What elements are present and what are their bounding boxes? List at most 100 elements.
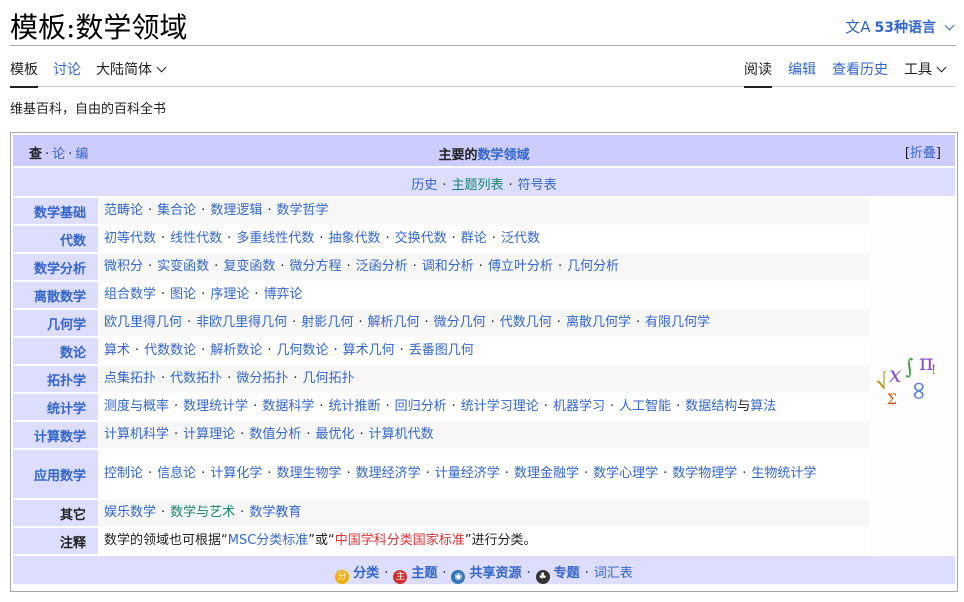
navbox-item-link[interactable]: 微分方程 (289, 259, 341, 274)
navbox-item-link[interactable]: 泛代数 (501, 231, 540, 246)
navbox-item-link[interactable]: 人工智能 (619, 399, 671, 414)
navbox-item-link[interactable]: 计算机科学 (104, 427, 169, 442)
navbox-item-link[interactable]: 算术 (104, 343, 130, 358)
navbox-item-link[interactable]: 控制论 (104, 466, 143, 481)
navbox-item-link[interactable]: 复变函数 (223, 259, 275, 274)
tab-edit[interactable]: 编辑 (788, 59, 816, 79)
navbox-item-link[interactable]: 数值分析 (249, 427, 301, 442)
navbox-item-link[interactable]: 娱乐数学 (104, 505, 156, 520)
navbox-group-label[interactable]: 数学分析 (34, 258, 86, 277)
navbox-item-link[interactable]: 生物统计学 (751, 466, 816, 481)
navbox-group-label[interactable]: 计算数学 (34, 426, 86, 445)
navbox-item-link[interactable]: 实变函数 (157, 259, 209, 274)
navbox-item-link[interactable]: 计算化学 (210, 466, 262, 481)
navbox-group-label[interactable]: 数论 (60, 342, 86, 361)
navbox-item-link[interactable]: 回归分析 (395, 399, 447, 414)
navbox-item-link[interactable]: 数理经济学 (356, 466, 421, 481)
navbox-item-link[interactable]: 数理生物学 (276, 466, 341, 481)
navbox-item-link[interactable]: 交换代数 (395, 231, 447, 246)
navbox-item-link[interactable]: 机器学习 (553, 399, 605, 414)
navbox-above-link[interactable]: 历史 (411, 178, 437, 193)
navbox-item-link[interactable]: 解析几何 (367, 315, 419, 330)
navbox-item-link[interactable]: 数理统计学 (183, 399, 248, 414)
tools-dropdown[interactable]: 工具 (904, 59, 948, 79)
navbox-item-link[interactable]: 算法 (750, 399, 776, 414)
navbox-group-label[interactable]: 应用数学 (34, 465, 86, 484)
navbox-item-link[interactable]: 线性代数 (170, 231, 222, 246)
language-button[interactable]: 文A 53种语言 (845, 16, 956, 37)
navbox-item-link[interactable]: 数学哲学 (276, 203, 328, 218)
collapse-button[interactable]: 折叠 (910, 146, 936, 161)
navbox-above-link[interactable]: 主题列表 (451, 178, 503, 193)
navbox-item-link[interactable]: 群论 (461, 231, 487, 246)
navbox-item-link[interactable]: 多重线性代数 (236, 231, 314, 246)
navbox-item-link[interactable]: 数学教育 (249, 505, 301, 520)
navbox-item-link[interactable]: 数据科学 (262, 399, 314, 414)
navbox-item-link[interactable]: 丢番图几何 (409, 343, 474, 358)
navbox-item-link[interactable]: 离散几何学 (566, 315, 631, 330)
tab-history[interactable]: 查看历史 (832, 59, 888, 79)
variant-dropdown[interactable]: 大陆简体 (96, 59, 168, 79)
navbox-item-link[interactable]: 统计推断 (328, 399, 380, 414)
national-standard-link[interactable]: 中国学科分类国家标准 (335, 533, 465, 548)
navbox-item-link[interactable]: 傅立叶分析 (488, 259, 553, 274)
navbox-item-link[interactable]: 测度与概率 (104, 399, 169, 414)
navbox-item-link[interactable]: 代数几何 (500, 315, 552, 330)
navbox-item-link[interactable]: 调和分析 (422, 259, 474, 274)
navbox-item-link[interactable]: 图论 (170, 287, 196, 302)
tab-talk[interactable]: 讨论 (53, 59, 81, 79)
navbox-item-link[interactable]: 计量经济学 (435, 466, 500, 481)
navbox-item-link[interactable]: 信息论 (157, 466, 196, 481)
navbox-group-label[interactable]: 离散数学 (34, 286, 86, 305)
navbox-below-link[interactable]: 专题 (554, 566, 580, 581)
navbox-item-link[interactable]: 有限几何学 (645, 315, 710, 330)
tab-read[interactable]: 阅读 (744, 59, 772, 88)
navbox-item-link[interactable]: 微积分 (104, 259, 143, 274)
navbox-item-link[interactable]: 数学与艺术 (170, 505, 235, 520)
navbox-item-link[interactable]: 数理金融学 (514, 466, 579, 481)
navbox-item-link[interactable]: 数据结构 (685, 399, 737, 414)
navbox-item-link[interactable]: 解析数论 (210, 343, 262, 358)
navbox-item-link[interactable]: 集合论 (157, 203, 196, 218)
collapse-toggle[interactable]: [折叠] (905, 142, 941, 161)
navbox-item-link[interactable]: 组合数学 (104, 287, 156, 302)
navbox-below-link[interactable]: 分类 (353, 566, 379, 581)
navbox-heading-link[interactable]: 数学领域 (478, 148, 530, 163)
navbox-group-label[interactable]: 代数 (60, 230, 86, 249)
navbox-item-link[interactable]: 范畴论 (104, 203, 143, 218)
navbox-item-link[interactable]: 数理逻辑 (210, 203, 262, 218)
navbox-below-link[interactable]: 主题 (411, 566, 437, 581)
navbox-item-link[interactable]: 计算机代数 (369, 427, 434, 442)
navbox-item-link[interactable]: 代数数论 (144, 343, 196, 358)
navbox-item-link[interactable]: 几何数论 (276, 343, 328, 358)
navbox-item-link[interactable]: 序理论 (210, 287, 249, 302)
navbox-item-link[interactable]: 博弈论 (263, 287, 302, 302)
navbox-item-link[interactable]: 代数拓扑 (170, 371, 222, 386)
navbox-below-link[interactable]: 词汇表 (594, 566, 633, 581)
navbox-item-link[interactable]: 计算理论 (183, 427, 235, 442)
navbox-item-link[interactable]: 几何分析 (567, 259, 619, 274)
navbox-item-link[interactable]: 数学物理学 (672, 466, 737, 481)
tab-template[interactable]: 模板 (10, 59, 38, 88)
navbox-item-link[interactable]: 泛函分析 (356, 259, 408, 274)
navbox-group-label[interactable]: 数学基础 (34, 202, 86, 221)
navbox-group-label[interactable]: 统计学 (47, 398, 86, 417)
navbox-item-link[interactable]: 几何拓扑 (302, 371, 354, 386)
navbox-item-link[interactable]: 数学心理学 (593, 466, 658, 481)
navbox-item-link[interactable]: 初等代数 (104, 231, 156, 246)
navbox-group-label[interactable]: 几何学 (47, 314, 86, 333)
navbox-item-link[interactable]: 欧几里得几何 (104, 315, 182, 330)
navbox-item-link[interactable]: 抽象代数 (328, 231, 380, 246)
navbox-group-label[interactable]: 拓扑学 (47, 370, 86, 389)
navbox-item-link[interactable]: 微分拓扑 (236, 371, 288, 386)
msc-link[interactable]: MSC分类标准 (228, 533, 309, 548)
navbox-item-link[interactable]: 射影几何 (301, 315, 353, 330)
navbox-item-link[interactable]: 算术几何 (343, 343, 395, 358)
navbox-item-link[interactable]: 非欧几里得几何 (196, 315, 287, 330)
navbox-above-link[interactable]: 符号表 (518, 178, 557, 193)
navbox-item-link[interactable]: 微分几何 (434, 315, 486, 330)
navbox-item-link[interactable]: 统计学习理论 (461, 399, 539, 414)
navbox-below-link[interactable]: 共享资源 (469, 566, 521, 581)
navbox-item-link[interactable]: 点集拓扑 (104, 371, 156, 386)
navbox-item-link[interactable]: 最优化 (315, 427, 354, 442)
